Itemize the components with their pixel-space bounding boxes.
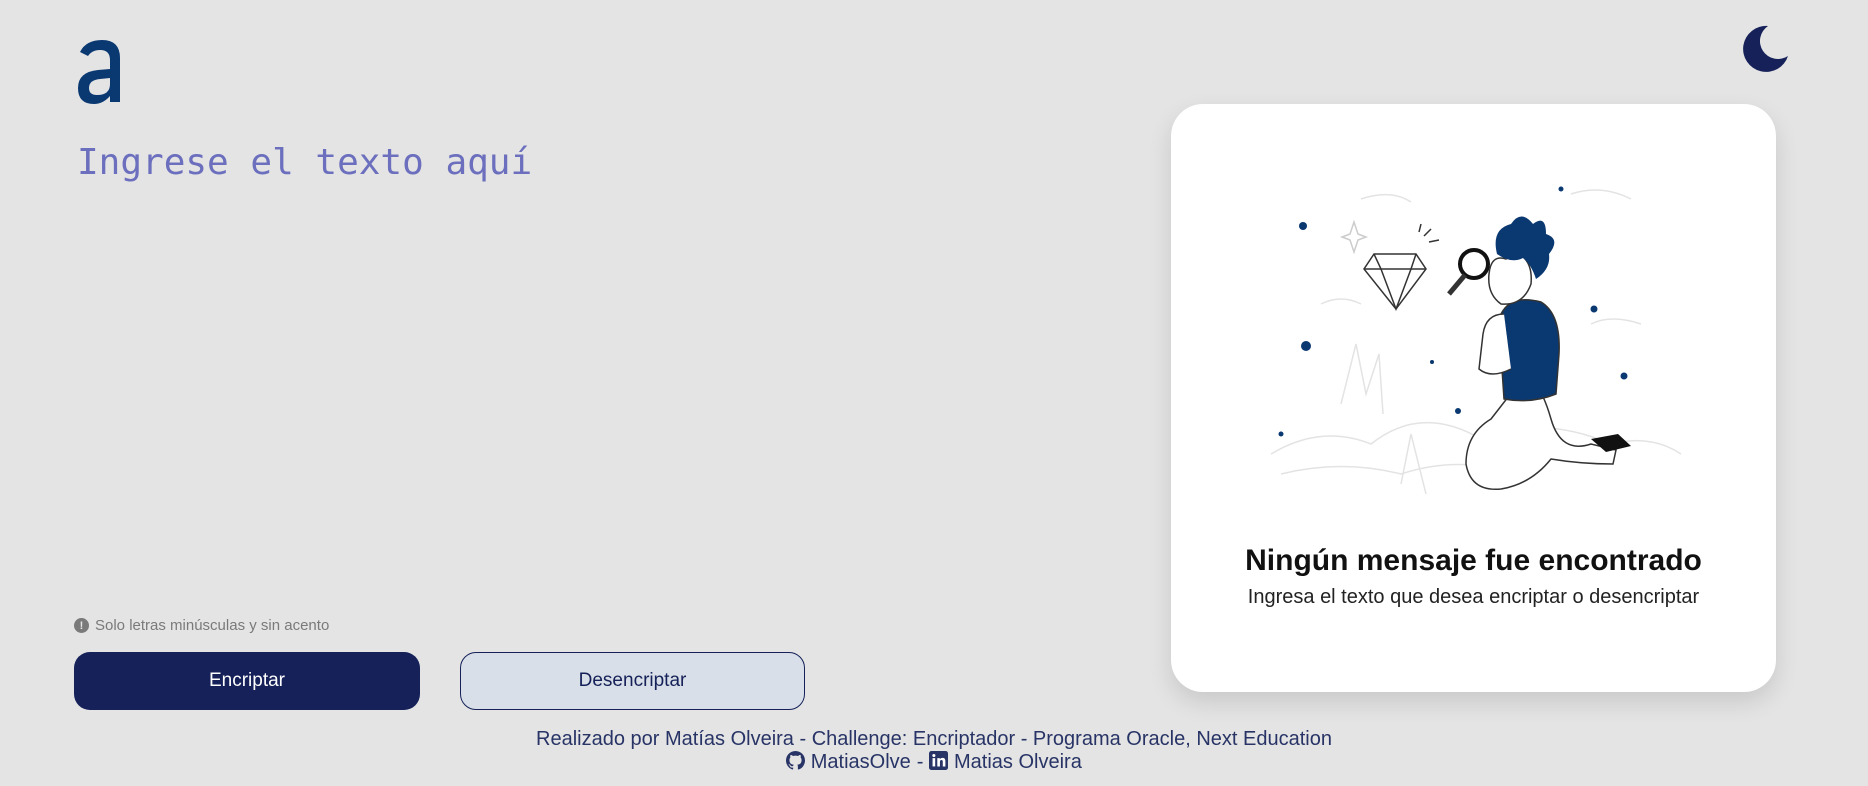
- info-icon: !: [74, 618, 89, 633]
- linkedin-icon: [929, 751, 949, 770]
- footer-separator: -: [916, 751, 924, 773]
- linkedin-link[interactable]: Matias Olveira: [929, 751, 1082, 774]
- linkedin-label: Matias Olveira: [954, 751, 1082, 773]
- github-link[interactable]: MatiasOlve: [786, 751, 911, 774]
- hint-text: Solo letras minúsculas y sin acento: [95, 617, 330, 634]
- empty-state-subtitle: Ingresa el texto que desea encriptar o d…: [1247, 586, 1700, 608]
- input-hint: ! Solo letras minúsculas y sin acento: [74, 617, 329, 634]
- footer: Realizado por Matías Olveira - Challenge…: [0, 728, 1868, 774]
- text-input[interactable]: [75, 140, 1079, 604]
- github-label: MatiasOlve: [810, 751, 911, 773]
- decrypt-button[interactable]: Desencriptar: [460, 652, 805, 710]
- empty-state-title: Ningún mensaje fue encontrado: [1245, 544, 1702, 577]
- github-icon: [786, 751, 806, 770]
- moon-icon[interactable]: [1740, 24, 1790, 74]
- output-panel: Ningún mensaje fue encontrado Ingresa el…: [1171, 104, 1776, 692]
- encrypt-button[interactable]: Encriptar: [74, 652, 420, 710]
- person-magnifying-glass-illustration: [1270, 186, 1682, 495]
- alura-logo: [78, 40, 120, 104]
- footer-credits: Realizado por Matías Olveira - Challenge…: [536, 728, 1332, 750]
